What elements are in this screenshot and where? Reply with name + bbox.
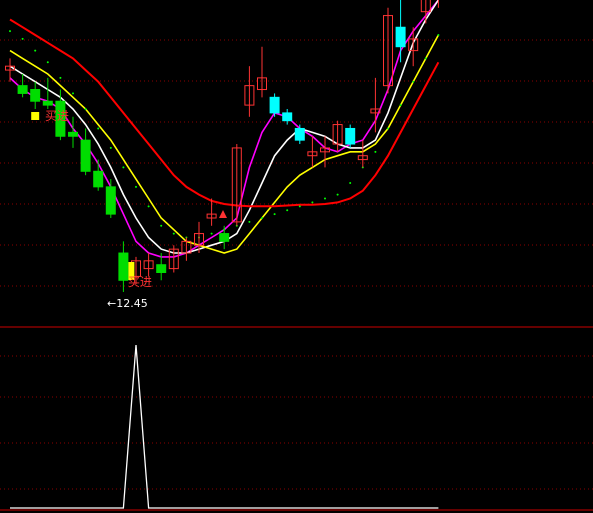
candle-body-down <box>156 264 167 274</box>
candle <box>408 27 419 67</box>
buy-label-2: 买进 <box>128 275 152 289</box>
dotted-line-point <box>286 209 289 212</box>
candle <box>118 241 129 292</box>
candle <box>105 179 116 218</box>
dotted-line-point <box>160 224 163 227</box>
moving-average-lines <box>9 0 440 258</box>
candle <box>307 136 318 168</box>
dotted-line-point <box>172 232 175 235</box>
dotted-line-point <box>84 108 87 110</box>
candle-body-down <box>30 89 41 102</box>
dotted-line-point <box>399 104 402 107</box>
candle <box>30 81 41 109</box>
buy-marker <box>31 112 40 120</box>
candle-body-down <box>42 100 53 106</box>
candle <box>93 159 104 191</box>
candle-body-down <box>105 186 116 215</box>
dotted-line-point <box>298 205 301 208</box>
candle <box>17 73 28 98</box>
candlesticks <box>5 0 439 292</box>
candle-body-down <box>80 139 91 172</box>
candle <box>219 225 230 250</box>
dotted-line-point <box>21 37 24 40</box>
candle <box>332 120 343 152</box>
candle <box>143 253 154 277</box>
up-triangle-icon <box>219 210 227 218</box>
chart-canvas: 买进 买进 ←12.45 <box>0 0 593 511</box>
dotted-line-point <box>59 76 62 79</box>
dotted-line-point <box>9 30 11 33</box>
dotted-line-point <box>349 181 352 184</box>
candle-body-down <box>345 127 356 145</box>
indicator-line <box>10 344 439 509</box>
ma-line-3 <box>9 34 440 254</box>
candle-body-down <box>219 233 230 242</box>
dotted-line-point <box>46 61 49 64</box>
dotted-line-point <box>324 197 326 200</box>
candle <box>181 237 192 261</box>
dotted-line-point <box>135 185 137 188</box>
dotted-line-point <box>261 217 263 219</box>
candle <box>294 124 305 145</box>
dotted-line-point <box>336 193 339 196</box>
dotted-line-point <box>34 49 37 52</box>
ma-line-1 <box>9 0 440 258</box>
dotted-line-point <box>109 146 112 149</box>
dotted-line-point <box>72 92 74 95</box>
dotted-line-point <box>437 34 440 37</box>
candle-body-down <box>294 127 305 141</box>
candle <box>5 58 15 82</box>
candle <box>244 66 255 117</box>
candle-body-down <box>118 252 129 281</box>
dotted-line-point <box>387 127 389 130</box>
candle-body-down <box>269 96 280 114</box>
candle <box>345 124 356 148</box>
candle <box>168 245 179 273</box>
candle-body-down <box>17 85 28 94</box>
dotted-line-point <box>424 57 427 60</box>
low-price-label: ←12.45 <box>107 297 148 310</box>
candle-body-down <box>93 170 104 188</box>
annotations: 买进 买进 ←12.45 <box>45 109 152 310</box>
buy-label-1: 买进 <box>45 109 69 123</box>
price-panel: 买进 买进 ←12.45 <box>5 0 440 310</box>
candle <box>42 77 53 109</box>
candle <box>257 46 267 98</box>
dotted-line-point <box>311 201 314 204</box>
candle <box>80 128 91 176</box>
candle <box>269 93 280 117</box>
dotted-line-point <box>412 80 415 83</box>
candle-body-down <box>282 112 293 122</box>
candle-body-down <box>395 26 406 48</box>
dotted-line-point <box>374 150 377 153</box>
dotted-line-point <box>147 205 150 208</box>
candle <box>395 0 406 63</box>
candle <box>357 140 368 168</box>
dotted-line-point <box>97 127 100 130</box>
candle <box>68 116 78 148</box>
dotted-line-point <box>122 166 125 169</box>
dotted-line-point <box>210 232 213 235</box>
indicator-panel <box>10 344 439 509</box>
candle <box>231 144 242 226</box>
dotted-line-point <box>273 213 276 216</box>
grid-lines <box>0 39 593 490</box>
dotted-line-point <box>248 220 251 223</box>
candle-body-down <box>68 131 78 137</box>
